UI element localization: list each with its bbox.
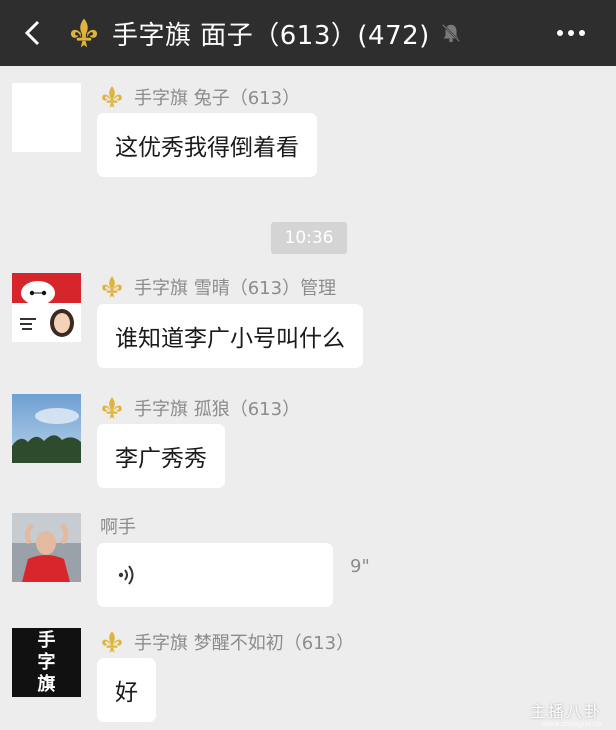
message-bubble[interactable]: 李广秀秀	[97, 424, 225, 488]
fleur-de-lis-icon	[70, 18, 98, 48]
fleur-de-lis-icon	[102, 631, 122, 653]
mute-bell-icon	[441, 23, 460, 43]
avatar-char: 旗	[37, 674, 56, 695]
avatar-text: 手 字 旗	[12, 630, 81, 696]
fleur-de-lis-icon	[102, 397, 122, 419]
message-text: 李广秀秀	[115, 446, 207, 472]
watermark-url: www.zbbagua.cn	[542, 720, 602, 728]
message-text: 谁知道李广小号叫什么	[115, 326, 345, 352]
message-bubble[interactable]: 好	[97, 658, 156, 722]
message-bubble[interactable]: 谁知道李广小号叫什么	[97, 304, 363, 368]
sender-label: 啊手	[100, 517, 136, 538]
avatar[interactable]	[12, 273, 81, 342]
sender-name: 手字旗 兔子（613）	[100, 83, 300, 111]
person-avatar-image	[12, 513, 81, 582]
avatar[interactable]	[12, 394, 81, 463]
sender-label: 手字旗 雪晴（613）管理	[134, 278, 337, 299]
sender-name: 手字旗 雪晴（613）管理	[100, 273, 336, 301]
avatar-char: 手	[37, 630, 56, 651]
message-text: 好	[115, 680, 138, 706]
voice-duration: 9"	[350, 556, 370, 577]
message-text: 这优秀我得倒着看	[115, 135, 299, 161]
chat-header: 手字旗 面子（613）(472)	[0, 0, 616, 66]
watermark-logo: 主播八卦	[529, 702, 602, 721]
fleur-de-lis-icon	[102, 86, 122, 108]
avatar-char: 字	[37, 652, 56, 673]
sender-label: 手字旗 孤狼（613）	[134, 399, 301, 420]
sender-label: 手字旗 梦醒不如初（613）	[134, 633, 355, 654]
avatar[interactable]: 手 字 旗	[12, 628, 81, 697]
avatar[interactable]	[12, 83, 81, 152]
chat-title: 手字旗 面子（613）(472)	[112, 20, 430, 51]
fleur-de-lis-icon	[102, 276, 122, 298]
sky-trees-avatar-image	[12, 394, 81, 463]
baymax-avatar-image	[12, 273, 81, 337]
sender-label: 手字旗 兔子（613）	[134, 88, 301, 109]
sender-name: 手字旗 梦醒不如初（613）	[100, 628, 354, 656]
time-divider: 10:36	[271, 222, 347, 254]
voice-message-bubble[interactable]	[97, 543, 333, 607]
message-bubble[interactable]: 这优秀我得倒着看	[97, 113, 317, 177]
avatar[interactable]	[12, 513, 81, 582]
sender-name: 手字旗 孤狼（613）	[100, 394, 300, 422]
sender-name: 啊手	[100, 512, 136, 540]
chat-title-wrap: 手字旗 面子（613）(472)	[68, 0, 462, 66]
voice-wave-icon	[118, 565, 134, 585]
more-options-icon[interactable]	[556, 20, 586, 46]
back-arrow-icon[interactable]	[18, 18, 48, 48]
